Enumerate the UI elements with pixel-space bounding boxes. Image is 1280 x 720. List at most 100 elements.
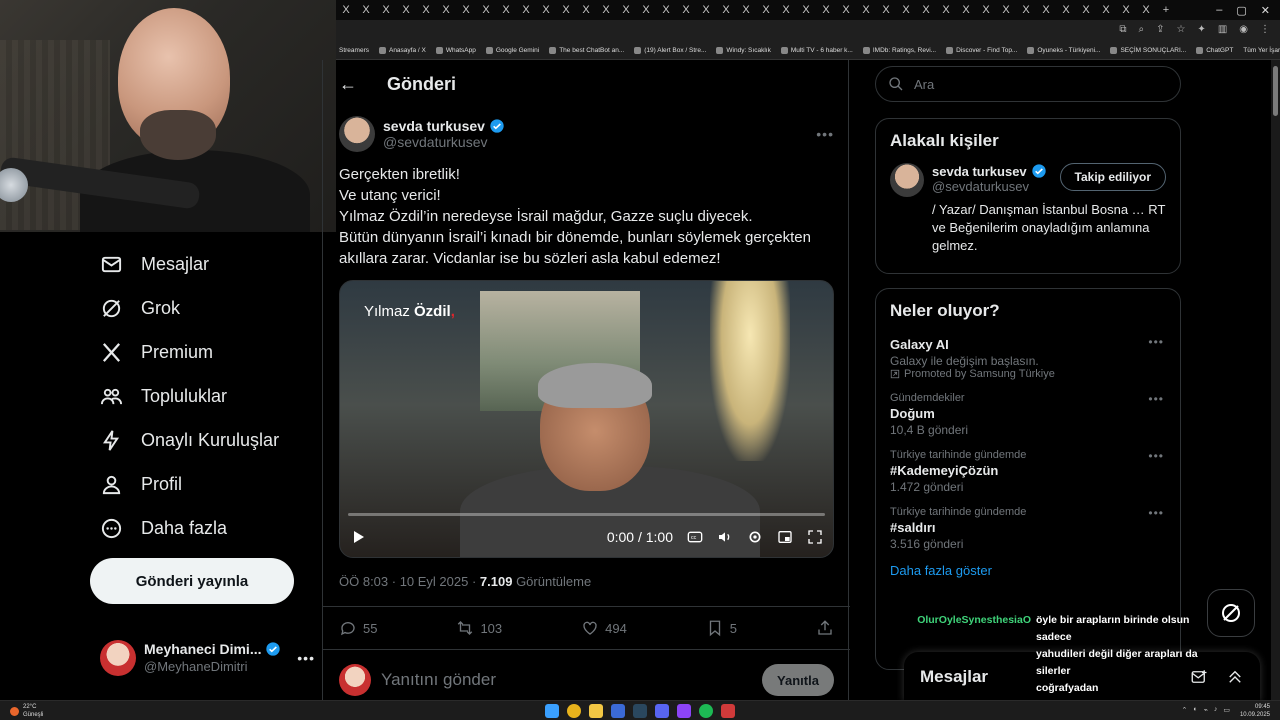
trend-more-icon[interactable]: ••• <box>1148 449 1164 463</box>
browser-tab[interactable]: X <box>776 4 796 16</box>
browser-tab[interactable]: X <box>656 4 676 16</box>
trend-item[interactable]: Galaxy AI Galaxy ile değişim başlasın. Pro… <box>876 329 1180 386</box>
bookmark-item[interactable]: (19) Alert Box / Stre... <box>634 47 706 54</box>
nav-item-premium[interactable]: Premium <box>90 330 320 374</box>
browser-tab[interactable]: X <box>976 4 996 16</box>
browser-tab[interactable]: X <box>736 4 756 16</box>
system-tray[interactable]: ⌃ ◐ ⌁ ♪ ▭ <box>1182 706 1230 714</box>
related-handle[interactable]: @sevdaturkusev <box>932 179 1047 194</box>
browser-tab[interactable]: X <box>476 4 496 16</box>
windows-start-icon[interactable] <box>545 704 559 718</box>
browser-tab[interactable]: X <box>1096 4 1116 16</box>
volume-icon[interactable] <box>717 529 733 545</box>
browser-tab[interactable]: X <box>636 4 656 16</box>
discord-icon[interactable] <box>655 704 669 718</box>
trend-more-icon[interactable]: ••• <box>1148 506 1164 520</box>
reply-button[interactable]: Yanıtla <box>762 664 834 696</box>
nav-item-mesajlar[interactable]: Mesajlar <box>90 242 320 286</box>
browser-tab[interactable]: X <box>956 4 976 16</box>
browser-tab[interactable]: X <box>676 4 696 16</box>
all-bookmarks-folder[interactable]: Tüm Yer İşaretleri <box>1243 47 1280 54</box>
browser-tab[interactable]: X <box>716 4 736 16</box>
new-tab-button[interactable]: + <box>1156 4 1176 16</box>
browser-tab[interactable]: X <box>496 4 516 16</box>
browser-tab[interactable]: X <box>456 4 476 16</box>
nav-item-onaylı-kuruluşlar[interactable]: Onaylı Kuruluşlar <box>90 418 320 462</box>
browser-tab[interactable]: X <box>436 4 456 16</box>
browser-tab[interactable]: X <box>536 4 556 16</box>
install-app-icon[interactable]: ⧉ <box>1119 24 1126 35</box>
trend-item[interactable]: Türkiye tarihinde gündemde #KademeyiÇözün… <box>876 443 1180 500</box>
browser-tab[interactable]: X <box>1016 4 1036 16</box>
browser-tab[interactable]: X <box>416 4 436 16</box>
author-name[interactable]: sevda turkusev <box>383 118 485 134</box>
bookmark-item[interactable]: Streamers <box>339 47 369 54</box>
browser-tab[interactable]: X <box>696 4 716 16</box>
bookmark-action[interactable]: 5 <box>706 619 737 637</box>
trend-more-icon[interactable]: ••• <box>1148 392 1164 406</box>
bookmark-item[interactable]: Multi TV - 6 haber k... <box>780 47 853 54</box>
nav-item-grok[interactable]: Grok <box>90 286 320 330</box>
browser-tab[interactable]: X <box>836 4 856 16</box>
related-name[interactable]: sevda turkusev <box>932 164 1027 179</box>
browser-tab[interactable]: X <box>936 4 956 16</box>
related-avatar[interactable] <box>890 163 924 197</box>
browser-tab[interactable]: X <box>1056 4 1076 16</box>
browser-tab[interactable]: X <box>796 4 816 16</box>
browser-tab[interactable]: X <box>1136 4 1156 16</box>
back-arrow-icon[interactable]: ← <box>339 74 357 95</box>
fullscreen-icon[interactable] <box>807 529 823 545</box>
browser-tab[interactable]: X <box>576 4 596 16</box>
browser-tab[interactable]: X <box>556 4 576 16</box>
share-icon[interactable]: ⇪ <box>1156 24 1164 35</box>
video-player[interactable]: Yılmaz Özdil, 0:00 / 1:00 cc <box>339 280 834 558</box>
repost-action[interactable]: 103 <box>456 619 502 637</box>
nav-item-daha-fazla[interactable]: Daha fazla <box>90 506 320 550</box>
app-icon[interactable] <box>677 704 691 718</box>
browser-tab[interactable]: X <box>516 4 536 16</box>
browser-tab[interactable]: X <box>1036 4 1056 16</box>
clock[interactable]: 09:45 10.09.2025 <box>1240 703 1270 719</box>
bookmark-item[interactable]: Anasayfa / X <box>378 47 426 54</box>
post-button[interactable]: Gönderi yayınla <box>90 558 294 604</box>
menu-icon[interactable]: ⋮ <box>1260 24 1270 35</box>
bookmark-item[interactable]: IMDb: Ratings, Revi... <box>862 47 936 54</box>
zoom-icon[interactable]: ⌕ <box>1138 24 1144 35</box>
video-progress-bar[interactable] <box>348 513 825 516</box>
browser-tab[interactable]: X <box>916 4 936 16</box>
browser-tab[interactable]: X <box>396 4 416 16</box>
tweet-more-icon[interactable]: ••• <box>816 126 834 142</box>
trend-item[interactable]: Gündemdekiler Doğum 10,4 B gönderi ••• <box>876 386 1180 443</box>
author-handle[interactable]: @sevdaturkusev <box>383 134 505 150</box>
profile-icon[interactable]: ◉ <box>1239 24 1248 35</box>
browser-tab[interactable]: X <box>616 4 636 16</box>
browser-tab[interactable]: X <box>336 4 356 16</box>
browser-tab[interactable]: X <box>376 4 396 16</box>
more-icon[interactable]: ••• <box>297 650 315 666</box>
trend-more-icon[interactable]: ••• <box>1148 335 1164 349</box>
browser-tab[interactable]: X <box>356 4 376 16</box>
account-switcher[interactable]: Meyhaneci Dimi... @MeyhaneDimitri ••• <box>100 636 315 680</box>
reply-action[interactable]: 55 <box>339 619 377 637</box>
bookmark-item[interactable]: ChatGPT <box>1196 47 1233 54</box>
browser-tab[interactable]: X <box>896 4 916 16</box>
search-input[interactable]: Ara <box>875 66 1181 102</box>
bookmark-item[interactable]: Google Gemini <box>485 47 539 54</box>
bookmark-item[interactable]: Discover - Find Top... <box>946 47 1017 54</box>
browser-tab[interactable]: X <box>756 4 776 16</box>
browser-tab[interactable]: X <box>816 4 836 16</box>
trend-item[interactable]: Türkiye tarihinde gündemde #saldırı 3.516 … <box>876 500 1180 557</box>
play-icon[interactable] <box>350 529 366 545</box>
browser-tab[interactable]: X <box>996 4 1016 16</box>
grok-button[interactable] <box>1207 589 1255 637</box>
bookmark-item[interactable]: Oyuneks - Türkiyeni... <box>1027 47 1100 54</box>
minimize-icon[interactable]: – <box>1216 4 1222 17</box>
sidebar-icon[interactable]: ▥ <box>1218 24 1227 35</box>
file-explorer-icon[interactable] <box>589 704 603 718</box>
captions-icon[interactable]: cc <box>687 529 703 545</box>
weather-widget[interactable]: 22°C Güneşli <box>10 703 43 719</box>
maximize-icon[interactable]: ▢ <box>1236 4 1246 17</box>
steam-icon[interactable] <box>633 704 647 718</box>
bookmark-item[interactable]: Windy: Sıcaklık <box>716 47 771 54</box>
browser-tab[interactable]: X <box>856 4 876 16</box>
